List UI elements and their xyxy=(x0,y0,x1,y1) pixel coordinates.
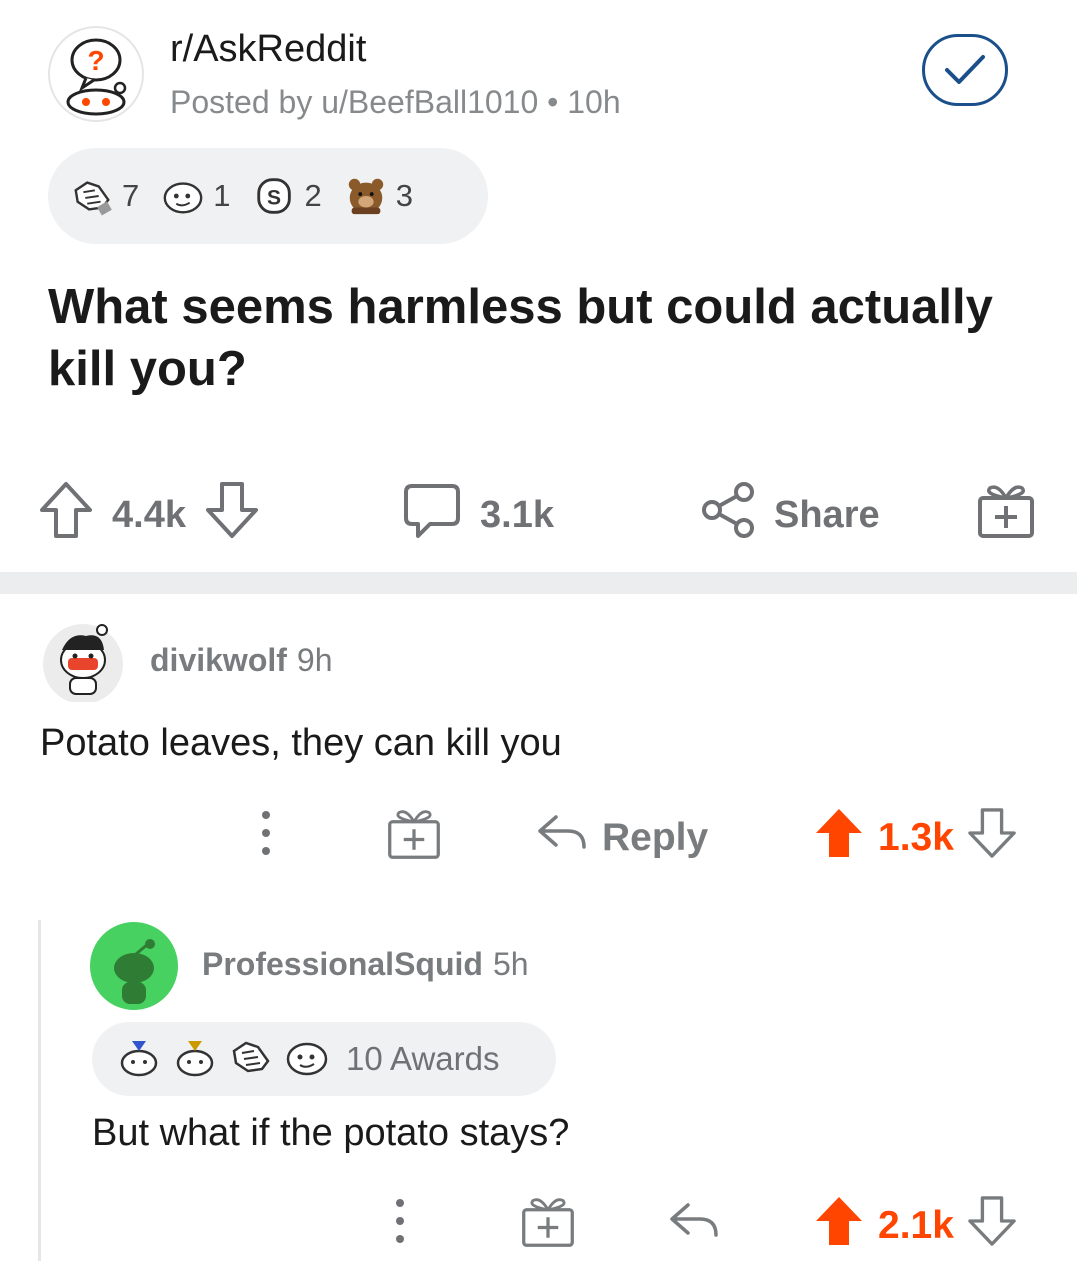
comment-body: Potato leaves, they can kill you xyxy=(40,722,562,764)
comment-action-bar: 2.1k xyxy=(0,1186,1077,1261)
upvote-filled-icon[interactable] xyxy=(814,807,864,869)
comment-meta: ProfessionalSquid 5h xyxy=(202,946,529,983)
gift-icon xyxy=(520,1193,576,1259)
comment-meta: divikwolf 9h xyxy=(150,642,333,679)
more-options-button[interactable] xyxy=(248,798,284,878)
party-snoo-icon xyxy=(172,1035,218,1084)
posted-by: Posted by u/BeefBall1010 • 10h xyxy=(170,84,621,120)
upvote-icon[interactable] xyxy=(38,480,94,550)
more-options-button[interactable] xyxy=(382,1186,418,1261)
party-snoo-icon xyxy=(116,1035,162,1084)
kebab-menu-icon xyxy=(382,1193,418,1259)
post-action-bar: 4.4k 3.1k Share xyxy=(0,470,1077,560)
post-title[interactable]: What seems harmless but could actually k… xyxy=(48,276,1038,400)
reply-arrow-icon xyxy=(536,811,588,865)
comment-time: 5h xyxy=(492,946,529,982)
kebab-menu-icon xyxy=(248,805,284,871)
share-button[interactable]: Share xyxy=(700,470,880,560)
comment-awards[interactable]: 10 Awards xyxy=(92,1022,556,1096)
comment-score: 2.1k xyxy=(878,1204,954,1247)
award-count: 7 xyxy=(122,178,140,213)
share-icon xyxy=(700,480,756,550)
snoo-avatar-icon xyxy=(43,624,123,704)
handshake-icon xyxy=(70,174,114,218)
subreddit-name[interactable]: r/AskReddit xyxy=(170,28,366,71)
comment-score: 1.3k xyxy=(878,816,954,859)
comment-count: 3.1k xyxy=(480,493,554,536)
comment-vote-group: 2.1k xyxy=(814,1186,1016,1261)
handshake-icon xyxy=(228,1035,274,1084)
comment-username[interactable]: ProfessionalSquid xyxy=(202,946,483,982)
share-label: Share xyxy=(774,493,880,536)
comments-button[interactable]: 3.1k xyxy=(402,470,554,560)
award-button[interactable] xyxy=(976,470,1036,560)
downvote-icon[interactable] xyxy=(968,807,1016,869)
comment-award-button[interactable] xyxy=(520,1186,576,1261)
upvote-filled-icon[interactable] xyxy=(814,1195,864,1257)
award-snoo-face: 1 xyxy=(161,174,231,218)
bear-icon xyxy=(344,174,388,218)
downvote-icon[interactable] xyxy=(204,480,260,550)
reply-button[interactable]: Reply xyxy=(536,798,708,878)
section-divider xyxy=(0,572,1077,594)
award-count: 1 xyxy=(213,178,231,213)
award-handshake: 7 xyxy=(70,174,139,218)
reply-label: Reply xyxy=(602,816,709,859)
svg-text:S: S xyxy=(267,187,281,210)
comment-award-button[interactable] xyxy=(386,798,442,878)
award-count: 2 xyxy=(304,178,322,213)
vote-group: 4.4k xyxy=(38,470,260,560)
user-avatar[interactable] xyxy=(40,622,126,704)
subreddit-avatar[interactable]: ? xyxy=(48,26,144,122)
post-awards[interactable]: 7 1 S 2 3 xyxy=(48,148,488,244)
post-score: 4.4k xyxy=(112,493,186,536)
comment-action-bar: Reply 1.3k xyxy=(0,798,1077,878)
award-silver: S 2 xyxy=(253,174,322,218)
awards-count-label: 10 Awards xyxy=(346,1040,500,1077)
askreddit-icon: ? xyxy=(66,38,127,116)
joined-button[interactable] xyxy=(922,34,1008,106)
downvote-icon[interactable] xyxy=(968,1195,1016,1257)
reply-arrow-icon xyxy=(668,1199,720,1253)
user-avatar[interactable] xyxy=(90,922,178,1010)
award-bear: 3 xyxy=(344,174,413,218)
gift-icon xyxy=(386,805,442,871)
checkmark-icon xyxy=(945,55,985,84)
snoo-face-icon xyxy=(284,1035,330,1084)
reply-button[interactable] xyxy=(668,1186,720,1261)
comment-body: But what if the potato stays? xyxy=(92,1112,570,1154)
comment-username[interactable]: divikwolf xyxy=(150,642,287,678)
gift-icon xyxy=(976,480,1036,550)
comment-vote-group: 1.3k xyxy=(814,798,1016,878)
silver-coin-icon: S xyxy=(253,174,297,218)
svg-text:?: ? xyxy=(87,45,104,76)
award-count: 3 xyxy=(395,178,413,213)
comment-bubble-icon xyxy=(402,480,462,550)
snoo-avatar-icon xyxy=(114,939,155,1004)
snoo-face-icon xyxy=(161,174,205,218)
comment-time: 9h xyxy=(296,642,333,678)
